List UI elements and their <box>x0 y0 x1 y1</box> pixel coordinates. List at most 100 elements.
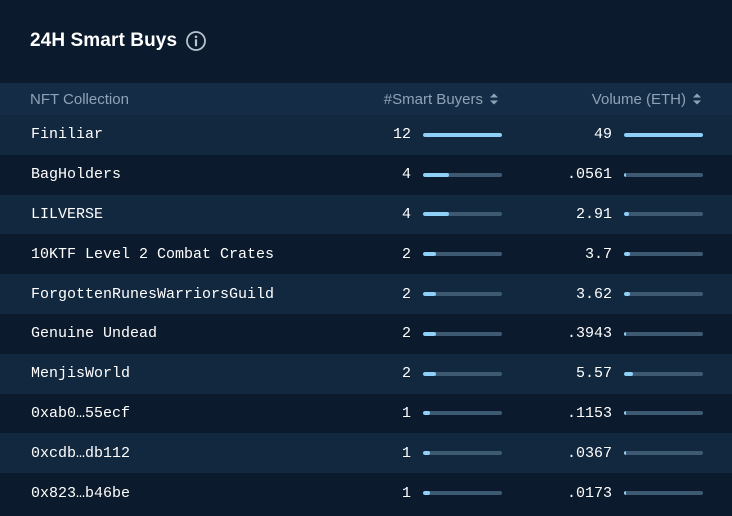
volume-bar-fill <box>624 292 630 297</box>
volume-bar <box>624 451 703 456</box>
buyers-bar-fill <box>423 491 430 496</box>
volume-cell: 49 <box>529 126 732 143</box>
volume-bar-fill <box>624 252 630 257</box>
table-row[interactable]: MenjisWorld 2 5.57 <box>0 353 732 394</box>
volume-bar-fill <box>624 411 626 416</box>
sort-icon[interactable] <box>692 91 702 107</box>
table-row[interactable]: BagHolders 4 .0561 <box>0 154 732 195</box>
collection-name[interactable]: LILVERSE <box>0 206 331 223</box>
volume-value: 49 <box>593 126 612 144</box>
buyers-count: 2 <box>401 285 411 303</box>
volume-bar <box>624 292 703 297</box>
volume-value: .0173 <box>566 484 612 502</box>
buyers-count: 2 <box>401 325 411 343</box>
panel-title: 24H Smart Buys <box>30 29 178 51</box>
buyers-cell: 12 <box>331 126 529 143</box>
buyers-bar <box>423 132 502 137</box>
volume-cell: .0561 <box>529 166 732 183</box>
buyers-cell: 4 <box>331 206 529 223</box>
volume-value: .1153 <box>566 404 612 422</box>
buyers-count: 2 <box>401 365 411 383</box>
sort-icon[interactable] <box>489 91 499 107</box>
collection-name[interactable]: ForgottenRunesWarriorsGuild <box>0 286 331 303</box>
collection-name[interactable]: 0xcdb…db112 <box>0 445 331 462</box>
column-header-collection: NFT Collection <box>30 90 129 108</box>
column-header-buyers[interactable]: #Smart Buyers <box>331 91 529 108</box>
buyers-bar-fill <box>423 212 450 217</box>
table-row[interactable]: LILVERSE 4 2.91 <box>0 194 732 235</box>
buyers-bar <box>423 172 502 177</box>
buyers-bar <box>423 331 502 336</box>
buyers-bar <box>423 292 502 297</box>
volume-value: 5.57 <box>575 365 612 383</box>
buyers-bar-fill <box>423 451 430 456</box>
buyers-cell: 2 <box>331 325 529 342</box>
buyers-cell: 1 <box>331 485 529 502</box>
table-row[interactable]: Genuine Undead 2 .3943 <box>0 313 732 354</box>
collection-name[interactable]: BagHolders <box>0 166 331 183</box>
buyers-bar <box>423 451 502 456</box>
buyers-cell: 2 <box>331 286 529 303</box>
table-row[interactable]: 0x823…b46be 1 .0173 <box>0 473 732 513</box>
volume-bar <box>624 252 703 257</box>
table-row[interactable]: 0xab0…55ecf 1 .1153 <box>0 393 732 434</box>
volume-bar <box>624 212 703 217</box>
info-circle-icon[interactable] <box>185 30 207 52</box>
volume-bar-fill <box>624 172 626 177</box>
buyers-count: 1 <box>401 484 411 502</box>
volume-value: .0367 <box>566 444 612 462</box>
volume-value: 3.62 <box>575 285 612 303</box>
volume-cell: 3.7 <box>529 246 732 263</box>
volume-bar <box>624 371 703 376</box>
collection-name[interactable]: Genuine Undead <box>0 325 331 342</box>
table-row[interactable]: Finiliar 12 49 <box>0 115 732 155</box>
volume-value: .0561 <box>566 166 612 184</box>
buyers-count: 4 <box>401 205 411 223</box>
buyers-cell: 1 <box>331 445 529 462</box>
volume-bar-fill <box>624 331 626 336</box>
buyers-bar-fill <box>423 411 430 416</box>
column-header-volume[interactable]: Volume (ETH) <box>529 91 732 108</box>
buyers-bar <box>423 252 502 257</box>
volume-bar-fill <box>624 491 626 496</box>
volume-cell: 5.57 <box>529 365 732 382</box>
buyers-bar-fill <box>423 331 437 336</box>
table-body: Finiliar 12 49 BagHolders 4.0561 LILVERSE 4 2.9… <box>0 115 732 513</box>
column-header-buyers-label: #Smart Buyers <box>383 90 483 108</box>
buyers-bar-fill <box>423 371 437 376</box>
panel-header: 24H Smart Buys <box>0 0 732 83</box>
volume-bar-fill <box>624 451 626 456</box>
buyers-cell: 2 <box>331 246 529 263</box>
volume-value: 2.91 <box>575 205 612 223</box>
smart-buys-panel: 24H Smart Buys NFT Collection #Smart Buy… <box>0 0 732 516</box>
collection-name[interactable]: 0xab0…55ecf <box>0 405 331 422</box>
volume-bar-fill <box>624 212 629 217</box>
buyers-cell: 1 <box>331 405 529 422</box>
buyers-cell: 4 <box>331 166 529 183</box>
smart-buys-table: NFT Collection #Smart Buyers Volume (ETH… <box>0 83 732 513</box>
collection-name[interactable]: MenjisWorld <box>0 365 331 382</box>
buyers-bar-fill <box>423 172 450 177</box>
table-row[interactable]: 10KTF Level 2 Combat Crates 2 3.7 <box>0 234 732 275</box>
collection-name[interactable]: 10KTF Level 2 Combat Crates <box>0 246 331 263</box>
volume-value: 3.7 <box>584 245 612 263</box>
buyers-count: 2 <box>401 245 411 263</box>
buyers-bar-fill <box>423 252 437 257</box>
volume-bar <box>624 172 703 177</box>
volume-bar <box>624 411 703 416</box>
table-row[interactable]: ForgottenRunesWarriorsGuild 2 3.62 <box>0 274 732 314</box>
collection-name[interactable]: Finiliar <box>0 126 331 143</box>
collection-name[interactable]: 0x823…b46be <box>0 485 331 502</box>
volume-cell: .0367 <box>529 445 732 462</box>
volume-cell: .1153 <box>529 405 732 422</box>
table-header: NFT Collection #Smart Buyers Volume (ETH… <box>0 83 732 115</box>
buyers-count: 12 <box>392 126 411 144</box>
volume-cell: .3943 <box>529 325 732 342</box>
buyers-bar <box>423 491 502 496</box>
buyers-bar-fill <box>423 132 502 137</box>
volume-bar-fill <box>624 132 703 137</box>
volume-cell: 2.91 <box>529 206 732 223</box>
table-row[interactable]: 0xcdb…db112 1 .0367 <box>0 433 732 474</box>
volume-value: .3943 <box>566 325 612 343</box>
buyers-cell: 2 <box>331 365 529 382</box>
